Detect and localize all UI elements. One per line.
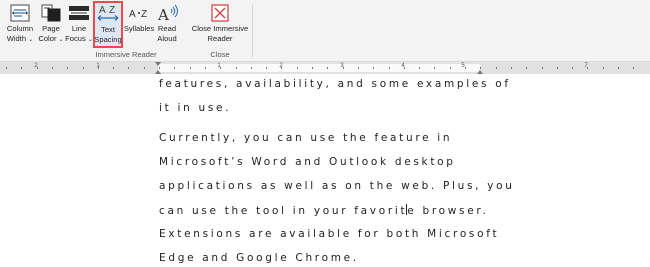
document-text-before-cursor: can use the tool in your favorit	[159, 205, 408, 217]
read-aloud-label-1: Read	[157, 24, 177, 33]
read-aloud-icon: A	[155, 2, 179, 24]
ruler-tick	[358, 67, 359, 69]
ruler-tick	[98, 67, 99, 69]
ruler-tick	[83, 67, 84, 69]
document-line: Microsoft’s Word and Outlook desktop	[159, 156, 456, 168]
page-color-label-1: Page	[42, 24, 60, 33]
read-aloud-button[interactable]: A Read Aloud	[155, 2, 179, 48]
ribbon: Column Width ⌄ Page Color ⌄ Line Focus ⌄…	[0, 0, 650, 62]
chevron-down-icon: ⌄	[28, 37, 34, 43]
text-spacing-button[interactable]: A Z Text Spacing	[93, 1, 123, 48]
document-text-after-cursor: e browser.	[407, 205, 489, 217]
document-page[interactable]: features, availability, and some example…	[0, 74, 650, 267]
ruler-tick	[557, 67, 558, 69]
text-spacing-icon: A Z	[96, 3, 120, 25]
document-line: Edge and Google Chrome.	[159, 252, 359, 264]
column-width-label-1: Column	[6, 24, 34, 33]
ruler-tick	[220, 67, 221, 69]
ruler-tick	[21, 67, 22, 69]
document-line: it in use.	[159, 102, 232, 114]
ruler-tick	[343, 67, 344, 69]
document-line: applications as well as on the web. Plus…	[159, 180, 515, 192]
ruler-tick	[236, 67, 237, 69]
ruler-tick	[281, 67, 282, 69]
text-spacing-label-2: Spacing	[94, 35, 122, 44]
document-line: Currently, you can use the feature in	[159, 132, 453, 144]
ruler-tick	[419, 67, 420, 69]
horizontal-ruler[interactable]: 2 1 1 2 3 4 5 7	[0, 62, 650, 74]
ruler-page-area	[158, 64, 480, 72]
page-color-label-2: Color	[38, 34, 57, 43]
ruler-tick	[52, 67, 53, 69]
line-focus-label-1: Line	[71, 24, 87, 33]
close-group: Close Immersive Reader Close	[180, 0, 256, 61]
ruler-tick	[37, 67, 38, 69]
ruler-tick	[465, 67, 466, 69]
svg-text:A: A	[129, 9, 136, 20]
ruler-tick	[587, 67, 588, 69]
ruler-tick	[312, 67, 313, 69]
chevron-down-icon: ⌄	[58, 37, 64, 43]
page-color-icon	[39, 2, 63, 24]
ruler-tick	[434, 67, 435, 69]
svg-text:A: A	[99, 5, 106, 16]
document-line: features, availability, and some example…	[159, 78, 511, 90]
text-spacing-label-1: Text	[101, 25, 115, 34]
ruler-tick	[542, 67, 543, 69]
ruler-tick	[526, 67, 527, 69]
line-focus-button[interactable]: Line Focus ⌄	[65, 2, 93, 48]
page-color-button[interactable]: Page Color ⌄	[36, 2, 66, 48]
ruler-tick	[511, 67, 512, 69]
ruler-tick	[480, 67, 481, 69]
svg-text:A: A	[157, 6, 169, 23]
ruler-tick	[174, 67, 175, 69]
ruler-tick	[618, 67, 619, 69]
svg-text:Z: Z	[141, 9, 147, 20]
ruler-tick	[266, 67, 267, 69]
column-width-button[interactable]: Column Width ⌄	[4, 2, 36, 48]
close-immersive-reader-label-2: Reader	[207, 34, 233, 43]
ruler-tick	[404, 67, 405, 69]
ruler-tick	[603, 67, 604, 69]
ruler-tick	[389, 67, 390, 69]
syllables-label: Syllables	[123, 24, 155, 33]
ruler-tick	[572, 67, 573, 69]
ruler-tick	[633, 67, 634, 69]
document-line: can use the tool in your favorite browse…	[159, 204, 488, 217]
ruler-tick	[159, 67, 160, 69]
ruler-tick	[450, 67, 451, 69]
column-width-icon	[8, 2, 32, 24]
group-separator	[252, 4, 253, 57]
syllables-icon: A Z	[127, 2, 151, 24]
ruler-tick	[67, 67, 68, 69]
document-line: Extensions are available for both Micros…	[159, 228, 500, 240]
ruler-tick	[297, 67, 298, 69]
line-focus-icon	[67, 2, 91, 24]
ruler-tick	[251, 67, 252, 69]
ruler-tick	[327, 67, 328, 69]
ruler-tick	[190, 67, 191, 69]
ruler-tick	[113, 67, 114, 69]
ruler-tick	[6, 67, 7, 69]
svg-text:Z: Z	[109, 5, 115, 16]
ruler-tick	[128, 67, 129, 69]
close-immersive-reader-label-1: Close Immersive	[191, 24, 249, 33]
close-immersive-reader-icon	[208, 2, 232, 24]
ruler-tick	[373, 67, 374, 69]
close-group-label: Close	[210, 50, 230, 59]
close-immersive-reader-button[interactable]: Close Immersive Reader	[190, 2, 250, 48]
ruler-tick	[144, 67, 145, 69]
ruler-tick	[205, 67, 206, 69]
column-width-label-2: Width	[6, 34, 27, 43]
first-line-indent-marker[interactable]	[155, 62, 161, 66]
syllables-button[interactable]: A Z Syllables	[124, 2, 154, 48]
line-focus-label-2: Focus	[65, 34, 86, 43]
ruler-tick	[496, 67, 497, 69]
read-aloud-label-2: Aloud	[157, 34, 177, 43]
